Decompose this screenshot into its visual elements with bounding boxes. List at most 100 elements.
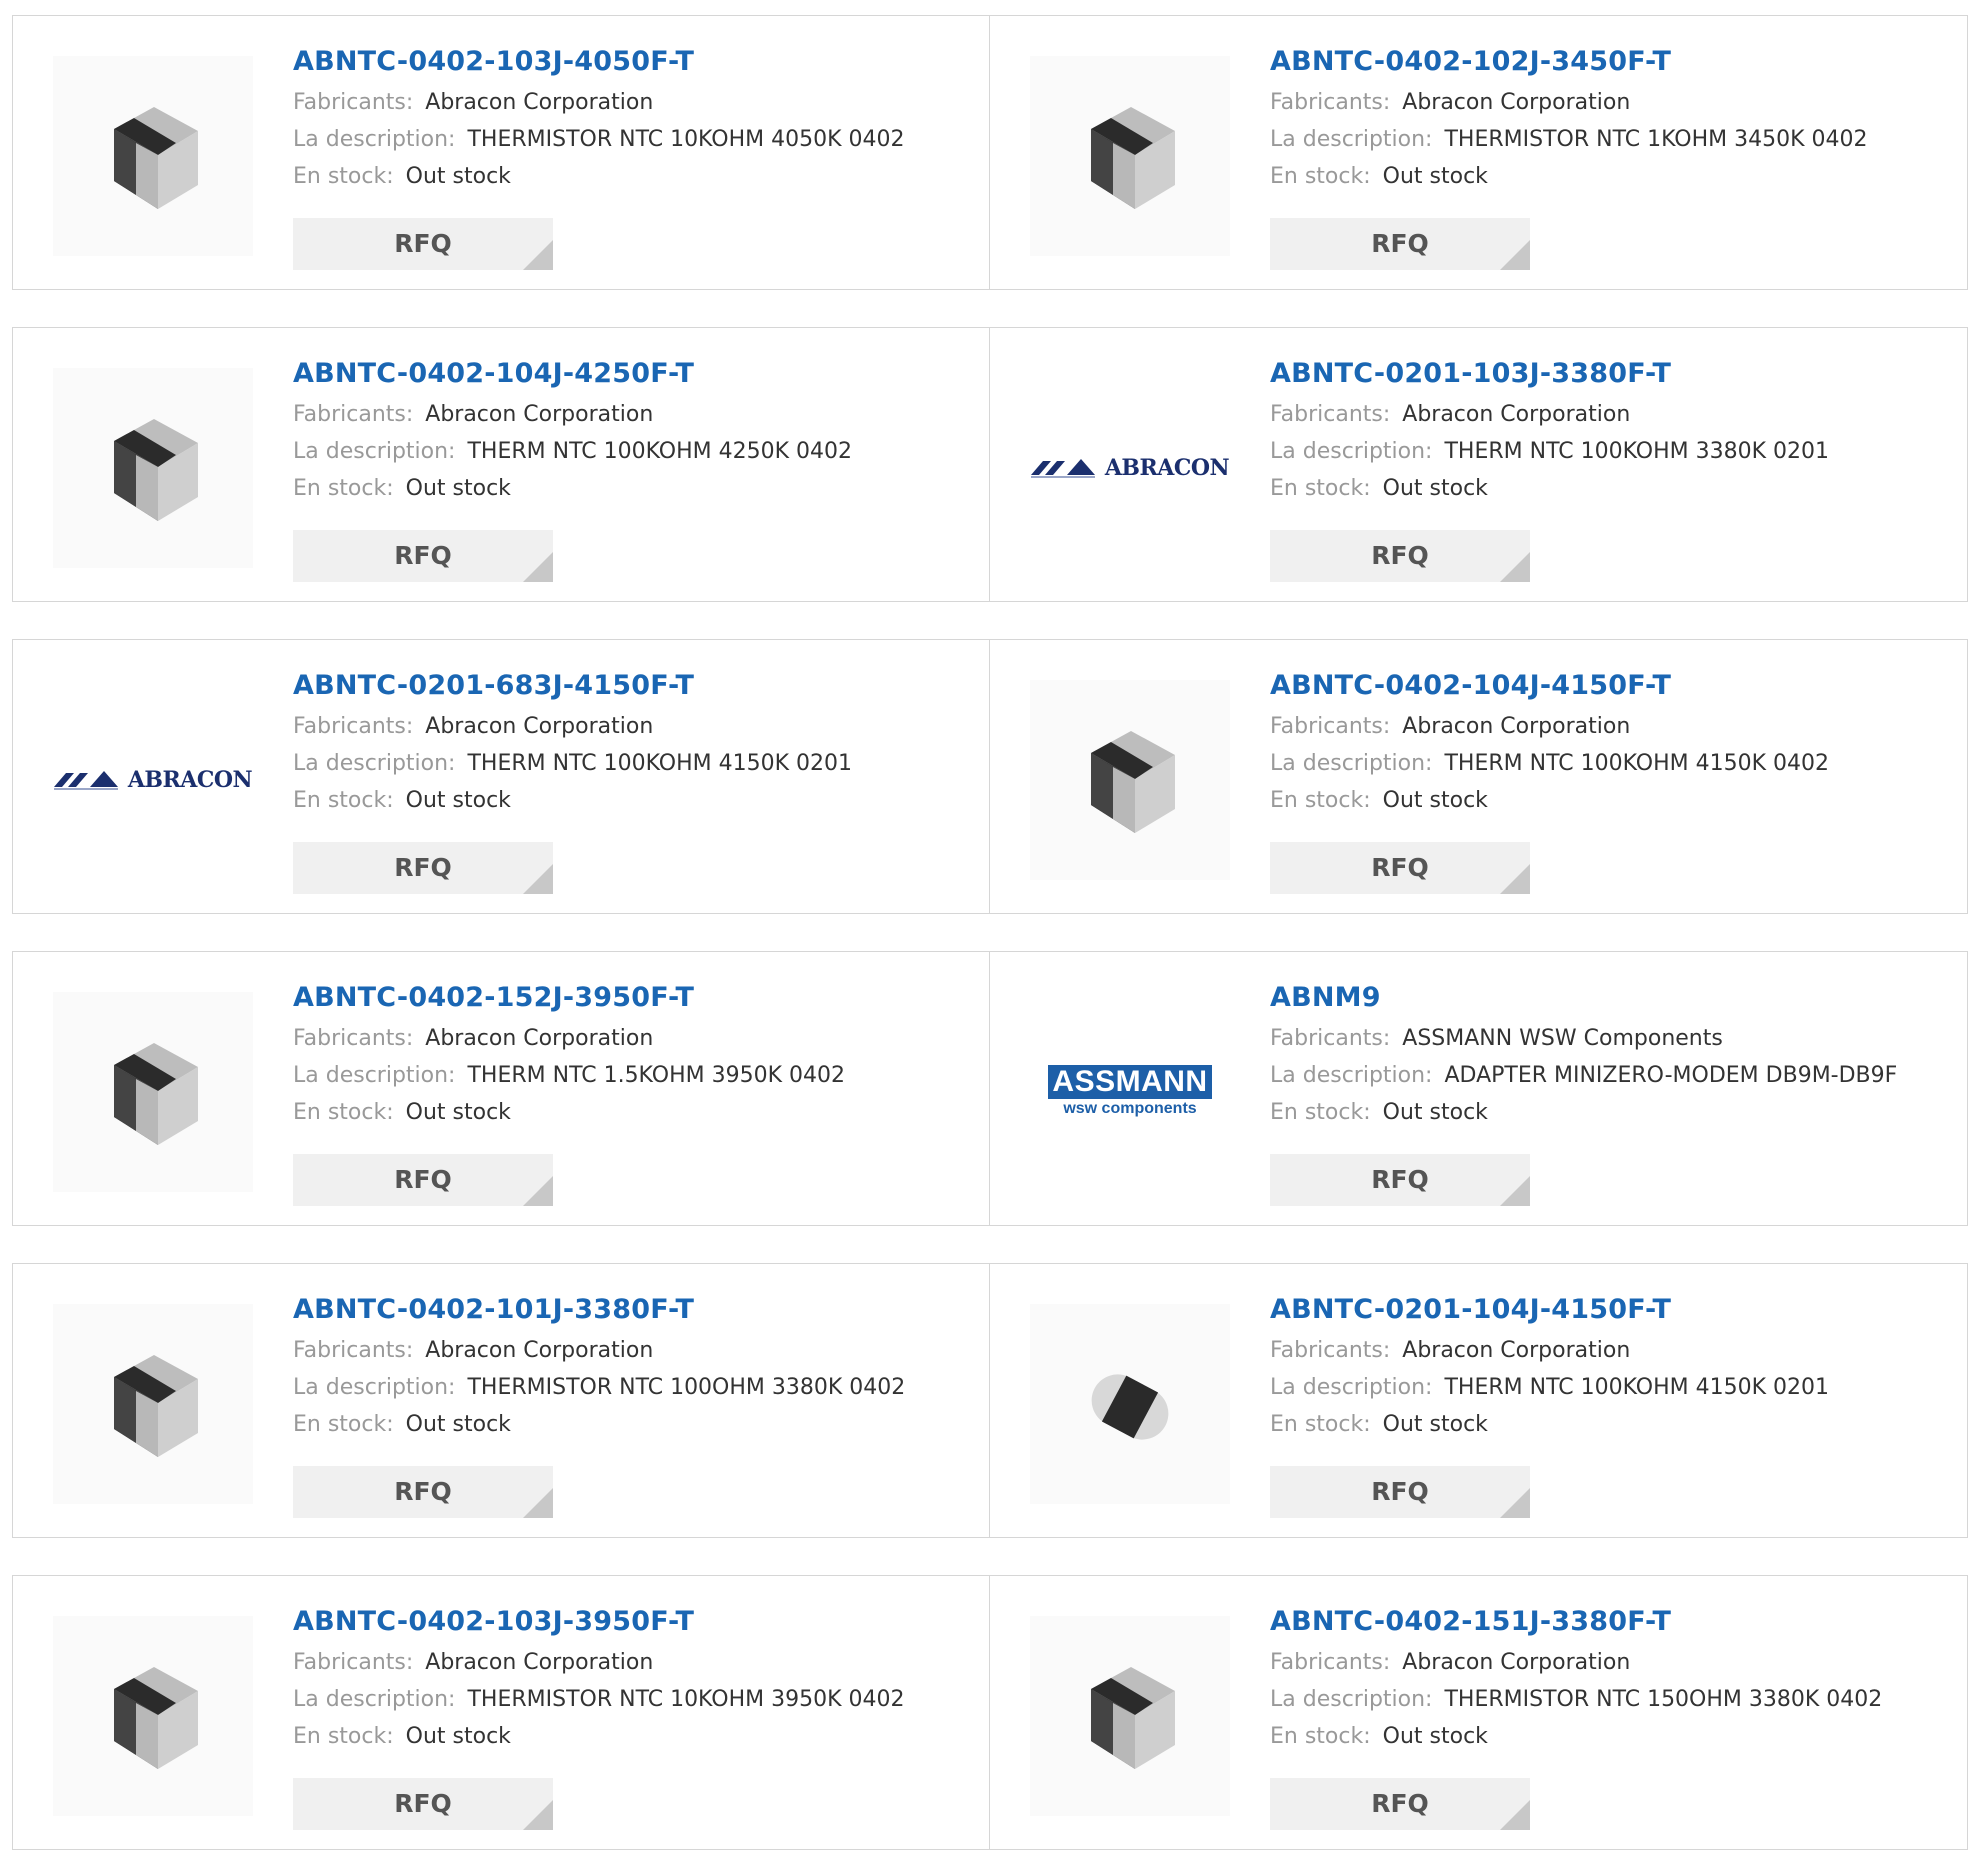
product-card: ABNTC-0402-151J-3380F-T Fabricants: Abrac… — [990, 1575, 1968, 1850]
description-label: La description: — [1270, 1687, 1433, 1712]
product-info: ABNTC-0201-103J-3380F-T Fabricants: Abrac… — [1270, 356, 1957, 507]
product-grid: ABNTC-0402-103J-4050F-T Fabricants: Abrac… — [12, 15, 1969, 1850]
manufacturer-label: Fabricants: — [1270, 90, 1391, 115]
rfq-button[interactable]: RFQ — [1270, 1466, 1530, 1518]
part-number-link[interactable]: ABNTC-0402-152J-3950F-T — [293, 980, 979, 1020]
part-number-link[interactable]: ABNTC-0201-683J-4150F-T — [293, 668, 979, 708]
product-info: ABNTC-0402-101J-3380F-T Fabricants: Abrac… — [293, 1292, 979, 1443]
stock-row: En stock: Out stock — [293, 1406, 979, 1443]
stock-label: En stock: — [1270, 1412, 1371, 1437]
manufacturer-value: Abracon Corporation — [1402, 90, 1631, 115]
product-image[interactable] — [1030, 1304, 1230, 1504]
rfq-button-label: RFQ — [1371, 229, 1429, 258]
chip-icon — [1091, 731, 1175, 833]
stock-label: En stock: — [1270, 788, 1371, 813]
manufacturer-row: Fabricants: ASSMANN WSW Components — [1270, 1020, 1957, 1057]
part-number-link[interactable]: ABNTC-0402-103J-3950F-T — [293, 1604, 979, 1644]
rfq-button-label: RFQ — [394, 853, 452, 882]
product-image[interactable] — [1030, 56, 1230, 256]
product-card: ABNTC-0402-103J-4050F-T Fabricants: Abrac… — [12, 15, 990, 290]
product-image[interactable] — [53, 992, 253, 1192]
manufacturer-label: Fabricants: — [1270, 1650, 1391, 1675]
description-row: La description: THERMISTOR NTC 10KOHM 395… — [293, 1681, 979, 1718]
product-card: ABNTC-0402-104J-4250F-T Fabricants: Abrac… — [12, 327, 990, 602]
rfq-button[interactable]: RFQ — [293, 1778, 553, 1830]
product-info: ABNTC-0402-151J-3380F-T Fabricants: Abrac… — [1270, 1604, 1957, 1755]
manufacturer-row: Fabricants: Abracon Corporation — [1270, 1332, 1957, 1369]
rfq-button-label: RFQ — [1371, 541, 1429, 570]
rfq-button[interactable]: RFQ — [293, 218, 553, 270]
manufacturer-value: Abracon Corporation — [1402, 714, 1631, 739]
rfq-button-label: RFQ — [1371, 1477, 1429, 1506]
manufacturer-row: Fabricants: Abracon Corporation — [293, 396, 979, 433]
product-image[interactable]: ABRACON — [53, 680, 253, 880]
stock-row: En stock: Out stock — [1270, 1094, 1957, 1131]
stock-row: En stock: Out stock — [1270, 470, 1957, 507]
rfq-button[interactable]: RFQ — [1270, 1778, 1530, 1830]
product-image[interactable] — [1030, 1616, 1230, 1816]
part-number-link[interactable]: ABNTC-0402-101J-3380F-T — [293, 1292, 979, 1332]
corner-triangle-icon — [1500, 240, 1530, 270]
part-number-link[interactable]: ABNTC-0402-103J-4050F-T — [293, 44, 979, 84]
part-number-link[interactable]: ABNTC-0402-102J-3450F-T — [1270, 44, 1957, 84]
description-row: La description: THERM NTC 100KOHM 4150K 0… — [1270, 1369, 1957, 1406]
product-card: ABRACON ABNTC-0201-683J-4150F-T Fabrican… — [12, 639, 990, 914]
description-label: La description: — [293, 127, 456, 152]
rfq-button-label: RFQ — [394, 541, 452, 570]
rfq-button[interactable]: RFQ — [293, 1466, 553, 1518]
product-image[interactable] — [53, 1616, 253, 1816]
product-image[interactable]: ASSMANN wsw components — [1030, 992, 1230, 1192]
part-number-link[interactable]: ABNTC-0402-104J-4250F-T — [293, 356, 979, 396]
part-number-link[interactable]: ABNTC-0402-104J-4150F-T — [1270, 668, 1957, 708]
rfq-button-label: RFQ — [394, 229, 452, 258]
rfq-button[interactable]: RFQ — [293, 842, 553, 894]
stock-row: En stock: Out stock — [1270, 1406, 1957, 1443]
rfq-button[interactable]: RFQ — [1270, 842, 1530, 894]
stock-label: En stock: — [1270, 1100, 1371, 1125]
product-image[interactable] — [53, 368, 253, 568]
product-image[interactable] — [53, 1304, 253, 1504]
product-image[interactable] — [1030, 680, 1230, 880]
rfq-button[interactable]: RFQ — [1270, 530, 1530, 582]
manufacturer-row: Fabricants: Abracon Corporation — [293, 708, 979, 745]
rfq-button[interactable]: RFQ — [1270, 218, 1530, 270]
part-number-link[interactable]: ABNTC-0201-104J-4150F-T — [1270, 1292, 1957, 1332]
part-number-link[interactable]: ABNM9 — [1270, 980, 1957, 1020]
stock-value: Out stock — [405, 1100, 511, 1125]
manufacturer-value: Abracon Corporation — [425, 1650, 654, 1675]
description-label: La description: — [1270, 1375, 1433, 1400]
description-value: THERMISTOR NTC 10KOHM 3950K 0402 — [467, 1687, 905, 1712]
stock-value: Out stock — [405, 164, 511, 189]
manufacturer-value: Abracon Corporation — [1402, 1338, 1631, 1363]
product-card: ABRACON ABNTC-0201-103J-3380F-T Fabrican… — [990, 327, 1968, 602]
description-label: La description: — [1270, 751, 1433, 776]
stock-value: Out stock — [1382, 1100, 1488, 1125]
description-value: THERM NTC 100KOHM 4250K 0402 — [467, 439, 853, 464]
manufacturer-row: Fabricants: Abracon Corporation — [1270, 1644, 1957, 1681]
manufacturer-row: Fabricants: Abracon Corporation — [1270, 84, 1957, 121]
stock-value: Out stock — [1382, 1724, 1488, 1749]
part-number-link[interactable]: ABNTC-0402-151J-3380F-T — [1270, 1604, 1957, 1644]
description-value: THERMISTOR NTC 1KOHM 3450K 0402 — [1444, 127, 1868, 152]
manufacturer-value: ASSMANN WSW Components — [1402, 1026, 1723, 1051]
rfq-button[interactable]: RFQ — [1270, 1154, 1530, 1206]
rfq-button[interactable]: RFQ — [293, 530, 553, 582]
product-image[interactable] — [53, 56, 253, 256]
rfq-button-label: RFQ — [1371, 1165, 1429, 1194]
product-info: ABNTC-0402-104J-4250F-T Fabricants: Abrac… — [293, 356, 979, 507]
description-value: THERMISTOR NTC 150OHM 3380K 0402 — [1444, 1687, 1883, 1712]
abracon-logo: ABRACON — [53, 767, 253, 793]
manufacturer-label: Fabricants: — [293, 90, 414, 115]
rfq-button[interactable]: RFQ — [293, 1154, 553, 1206]
manufacturer-value: Abracon Corporation — [1402, 402, 1631, 427]
manufacturer-label: Fabricants: — [293, 402, 414, 427]
manufacturer-row: Fabricants: Abracon Corporation — [1270, 708, 1957, 745]
product-info: ABNTC-0402-152J-3950F-T Fabricants: Abrac… — [293, 980, 979, 1131]
rfq-button-label: RFQ — [394, 1789, 452, 1818]
part-number-link[interactable]: ABNTC-0201-103J-3380F-T — [1270, 356, 1957, 396]
manufacturer-value: Abracon Corporation — [425, 90, 654, 115]
product-card: ABNTC-0402-152J-3950F-T Fabricants: Abrac… — [12, 951, 990, 1226]
product-image[interactable]: ABRACON — [1030, 368, 1230, 568]
stock-row: En stock: Out stock — [293, 470, 979, 507]
stock-value: Out stock — [1382, 788, 1488, 813]
